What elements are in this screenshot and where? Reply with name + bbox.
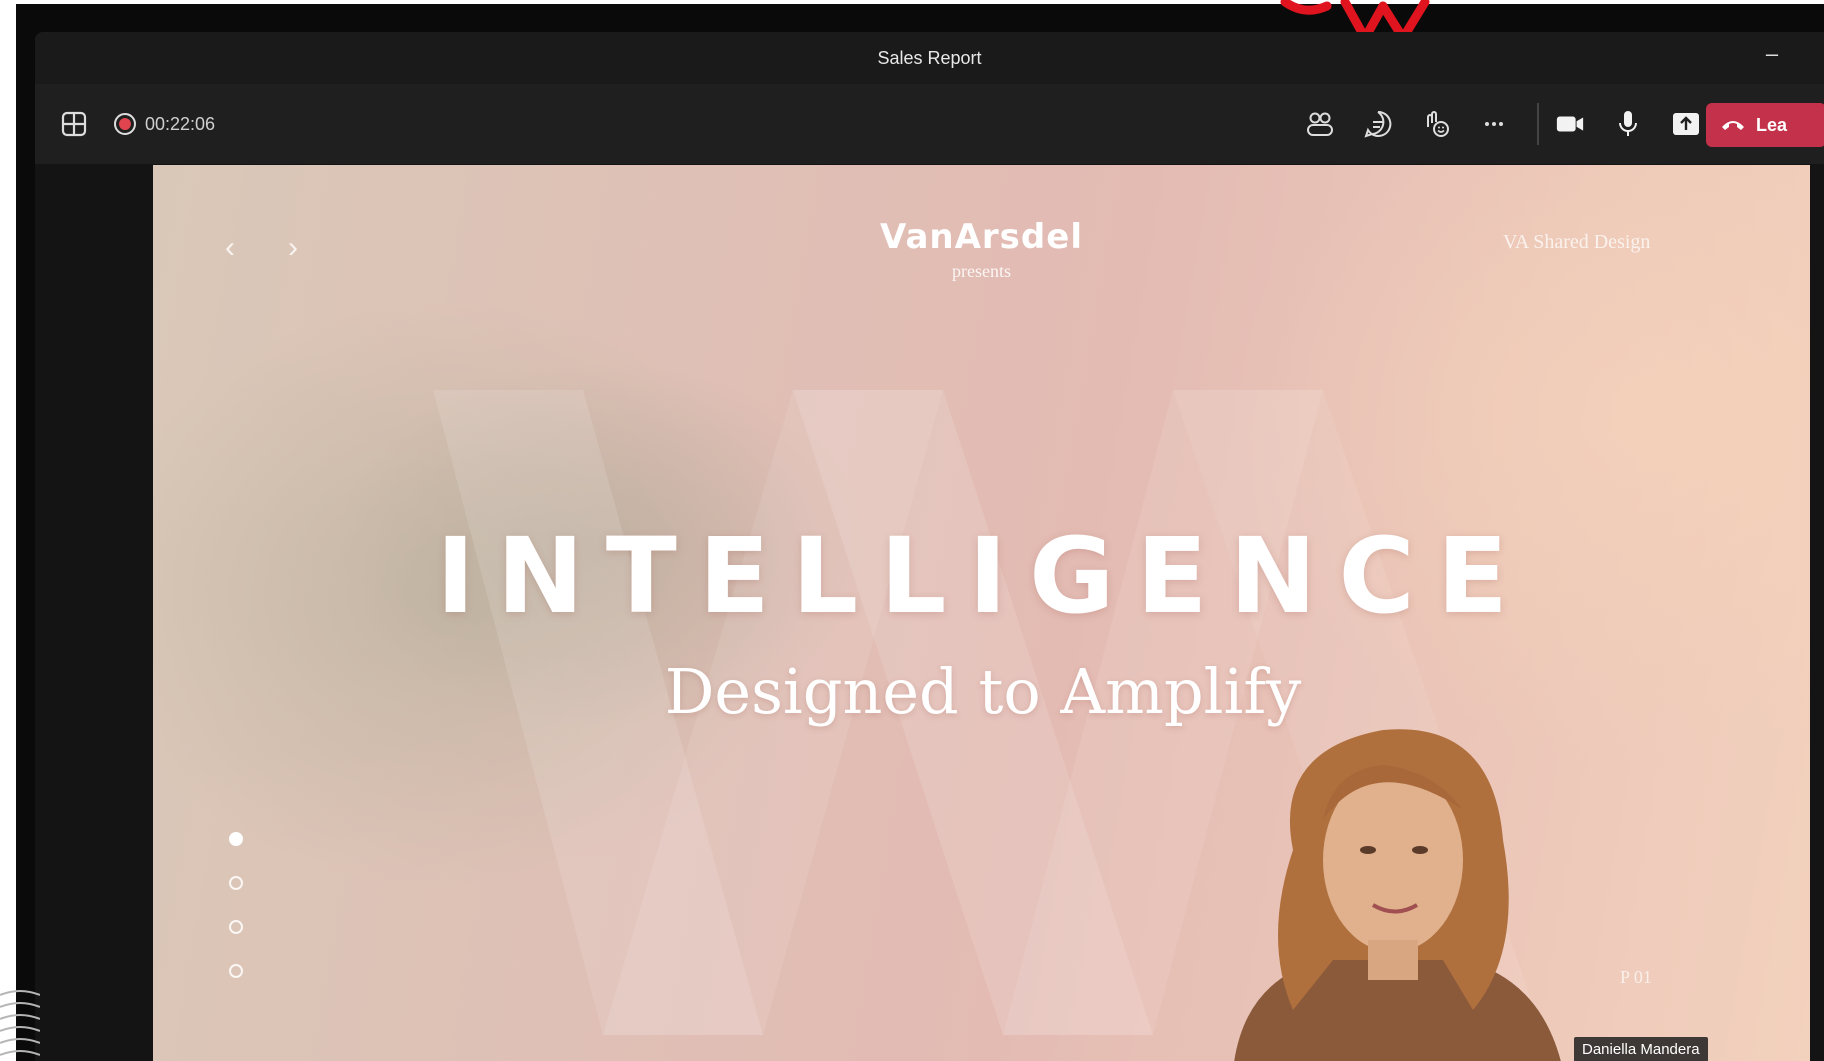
- corner-pattern-decoration: [0, 990, 40, 1056]
- presenter-video: [1234, 729, 1561, 1061]
- shared-slide: ‹ › VanArsdel presents VA Shared Design …: [153, 165, 1810, 1061]
- chat-icon[interactable]: [1363, 109, 1393, 139]
- presents-label: presents: [952, 261, 1011, 281]
- record-icon: [114, 113, 136, 135]
- share-icon[interactable]: [1671, 109, 1701, 139]
- phone-hangup-icon: [1722, 121, 1744, 130]
- toolbar-divider: [1537, 103, 1539, 145]
- recording-timer: 00:22:06: [145, 113, 216, 134]
- slide-pagination: [229, 832, 243, 978]
- leave-label: Lea: [1756, 114, 1788, 135]
- pagination-dot[interactable]: [229, 876, 243, 890]
- slide-headline: INTELLIGENCE: [436, 515, 1530, 637]
- minimize-button[interactable]: –: [1760, 41, 1784, 66]
- window-title: Sales Report: [877, 47, 982, 68]
- recording-indicator: 00:22:06: [113, 112, 215, 136]
- people-icon[interactable]: [1305, 109, 1335, 139]
- leave-button[interactable]: Lea: [1706, 103, 1824, 147]
- more-icon[interactable]: [1479, 109, 1509, 139]
- react-icon[interactable]: [1421, 109, 1451, 139]
- title-bar: Sales Report –: [35, 32, 1824, 84]
- mic-icon[interactable]: [1613, 109, 1643, 139]
- shared-design-label: VA Shared Design: [1503, 231, 1651, 253]
- page-number: P 01: [1620, 967, 1652, 987]
- presenter-name-tag: Daniella Mandera: [1574, 1037, 1708, 1061]
- pagination-dot[interactable]: [229, 964, 243, 978]
- camera-icon[interactable]: [1555, 109, 1585, 139]
- layout-icon[interactable]: [59, 109, 89, 139]
- meeting-toolbar: 00:22:06: [35, 84, 1824, 164]
- pagination-dot[interactable]: [229, 920, 243, 934]
- pagination-dot[interactable]: [229, 832, 243, 846]
